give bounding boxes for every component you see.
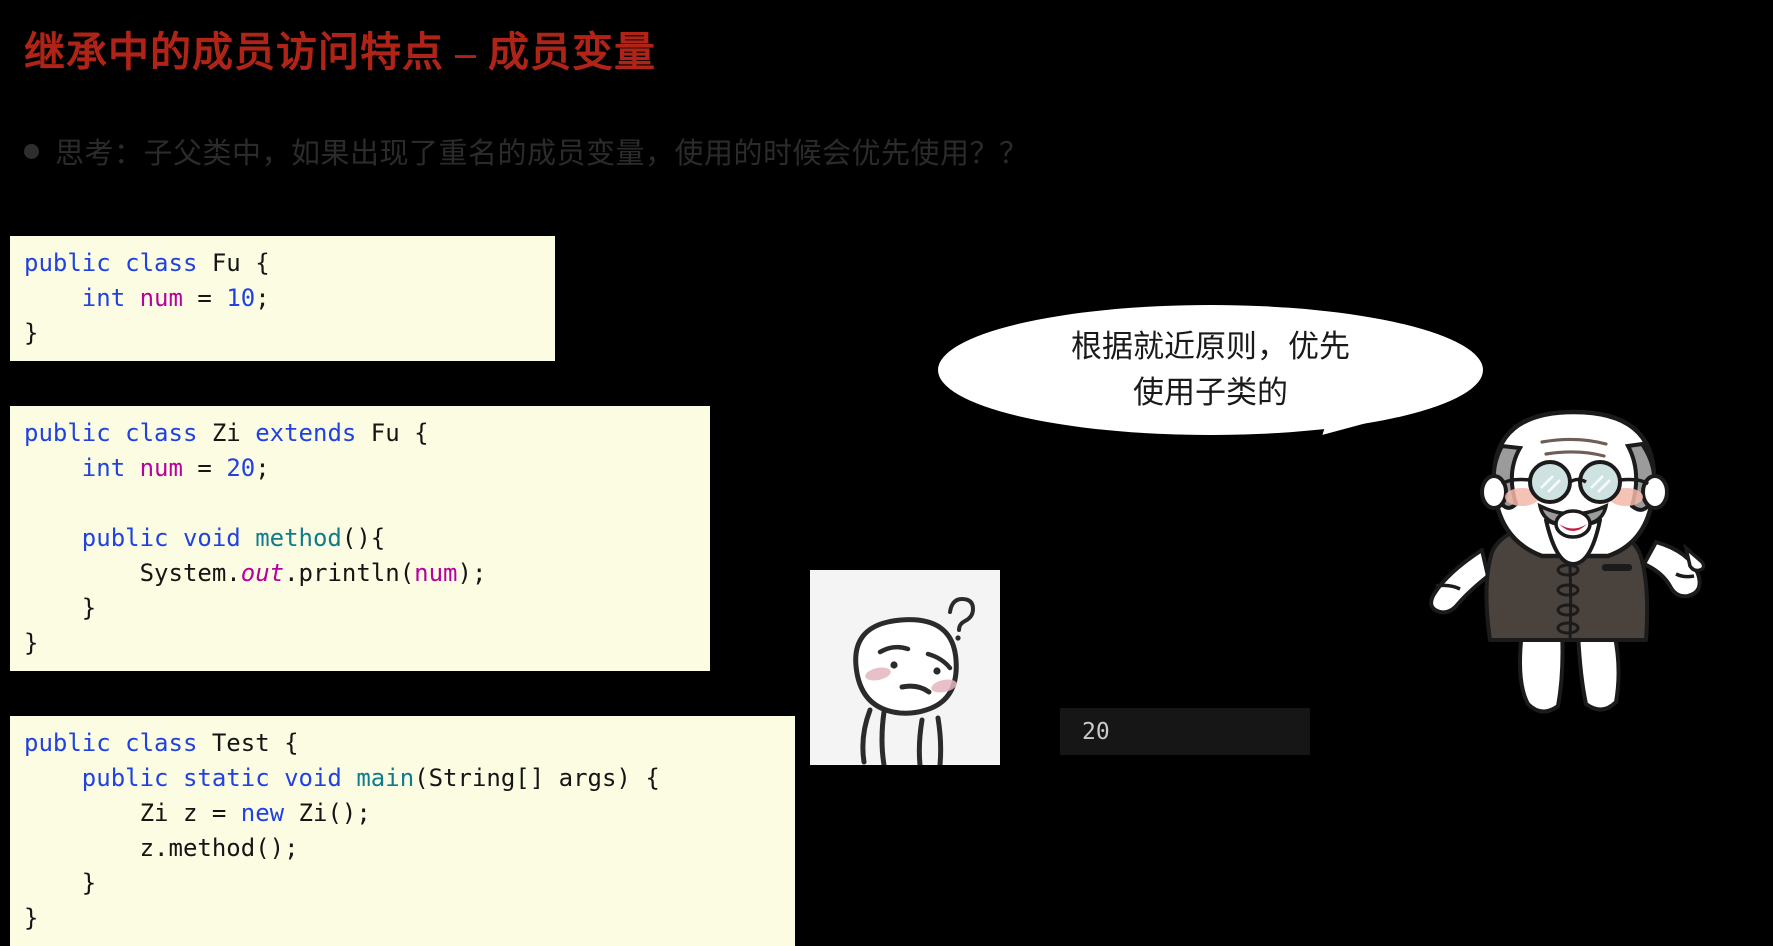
code-token: Test { (211, 729, 299, 757)
code-token: num (414, 559, 458, 587)
code-token: ; (255, 454, 270, 482)
code-token: public static void (81, 764, 357, 792)
code-token: } (24, 629, 39, 657)
code-token: public class (24, 419, 212, 447)
thinking-face-sticker (810, 570, 1000, 768)
slide-canvas: 继承中的成员访问特点 – 成员变量 思考：子父类中，如果出现了重名的成员变量，使… (0, 0, 1773, 946)
code-token: z.method(); (24, 834, 299, 862)
code-token: .println( (284, 559, 415, 587)
code-token: (){ (341, 524, 386, 552)
speech-bubble: 根据就近原则，优先 使用子类的 (938, 305, 1483, 448)
bullet-row: 思考：子父类中，如果出现了重名的成员变量，使用的时候会优先使用？？ (24, 130, 1029, 172)
code-token: Zi z = (24, 799, 241, 827)
code-token: = (182, 454, 227, 482)
code-token: 20 (226, 454, 256, 482)
code-token: out (240, 559, 285, 587)
code-token: = (182, 284, 227, 312)
code-token: Zi(); (298, 799, 371, 827)
code-block-zi: public class Zi extends Fu { int num = 2… (10, 406, 710, 671)
console-output-value: 20 (1082, 718, 1110, 745)
speech-bubble-line-2: 使用子类的 (1133, 375, 1288, 410)
console-output-box: 20 (1060, 708, 1310, 755)
code-token: } (24, 869, 97, 897)
code-token: Fu { (211, 249, 270, 277)
code-block-fu: public class Fu { int num = 10; } (10, 236, 555, 361)
code-token: } (24, 319, 39, 347)
thinking-face-icon (810, 570, 1000, 768)
code-token: extends (255, 419, 371, 447)
bullet-dot-icon (24, 143, 39, 159)
code-token: Zi (211, 419, 256, 447)
code-token: method (255, 524, 342, 552)
code-token: (String[] args) { (414, 764, 660, 792)
code-block-test: public class Test { public static void m… (10, 716, 795, 946)
code-token: main (356, 764, 415, 792)
code-token: int (81, 454, 140, 482)
page-title: 继承中的成员访问特点 – 成员变量 (24, 29, 656, 75)
code-token: ); (457, 559, 487, 587)
code-token: ; (255, 284, 270, 312)
code-token: new (240, 799, 299, 827)
code-token: Fu { (370, 419, 429, 447)
speech-bubble-text: 根据就近原则，优先 使用子类的 (938, 305, 1483, 435)
code-token: int (81, 284, 140, 312)
code-token: num (139, 284, 183, 312)
code-token: } (24, 594, 97, 622)
code-token: num (139, 454, 183, 482)
code-token: System. (24, 559, 241, 587)
code-token: 10 (226, 284, 256, 312)
master-character-icon (1429, 409, 1706, 714)
code-token: public void (81, 524, 256, 552)
speech-bubble-line-1: 根据就近原则，优先 (1071, 329, 1350, 364)
code-token: public class (24, 729, 212, 757)
bullet-text: 思考：子父类中，如果出现了重名的成员变量，使用的时候会优先使用？？ (55, 138, 1029, 170)
code-token: } (24, 904, 39, 932)
elderly-master-character (1410, 400, 1750, 720)
code-token: public class (24, 249, 212, 277)
